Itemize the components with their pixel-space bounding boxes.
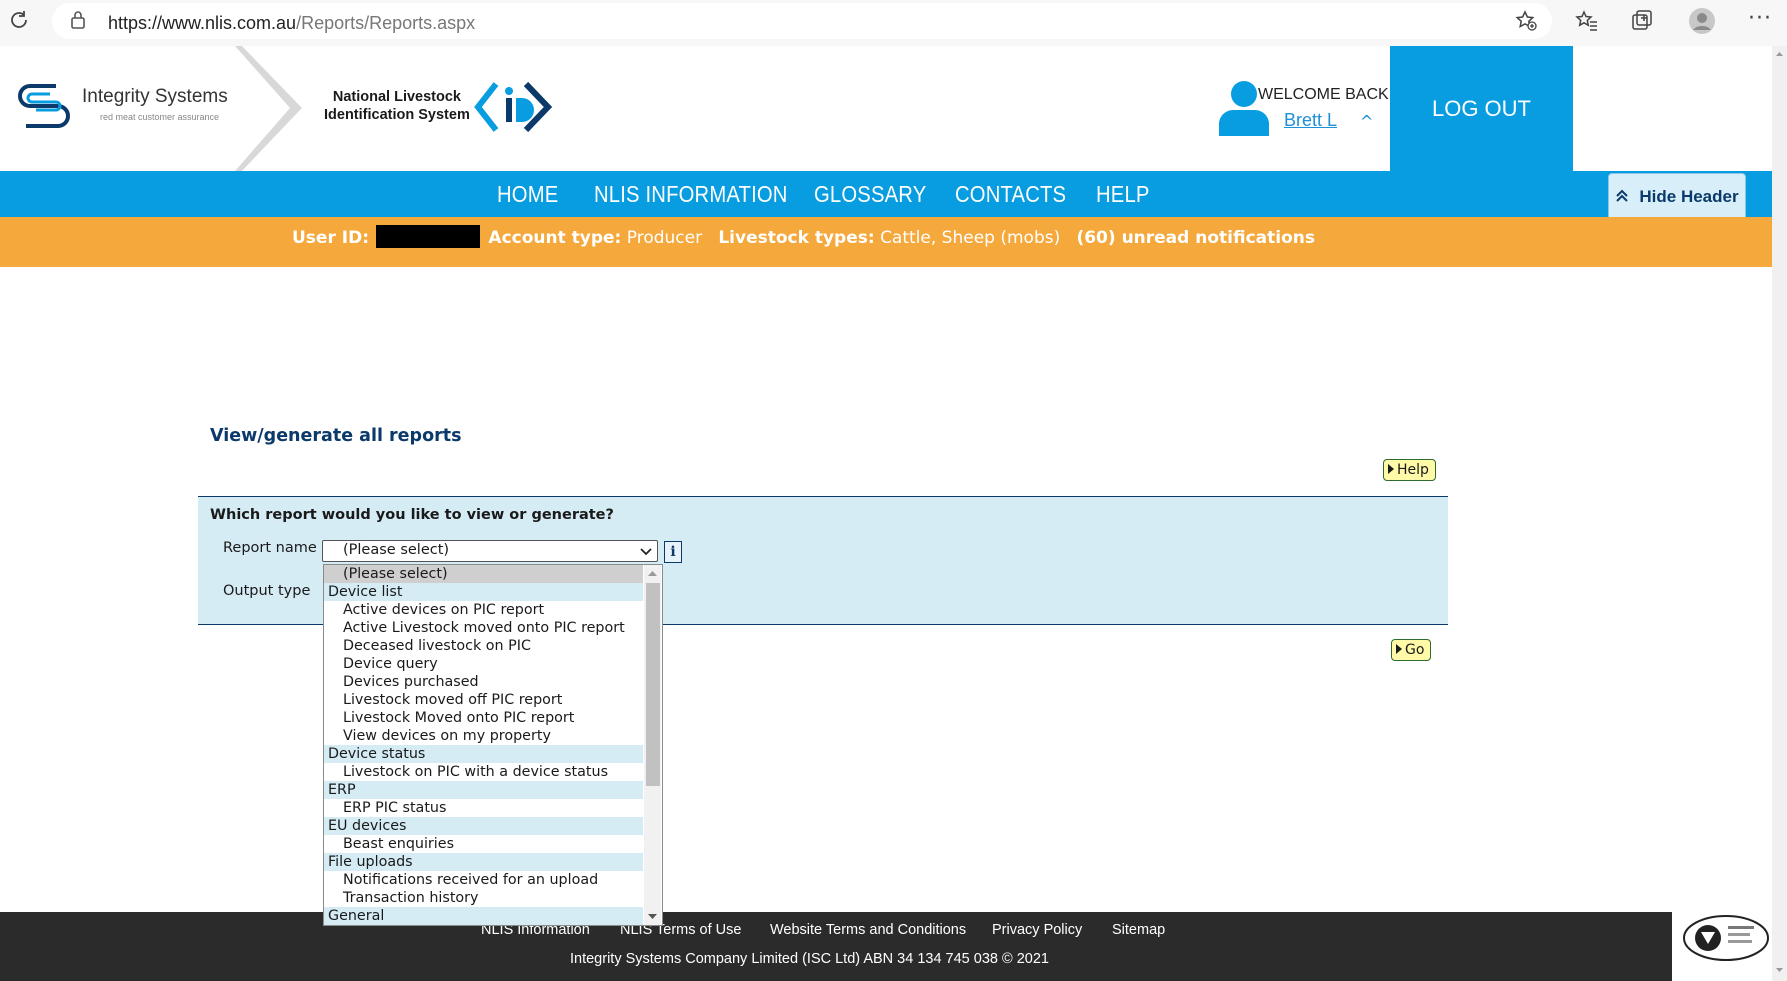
chevron-down-icon (640, 541, 652, 560)
account-type-label: Account type: (488, 228, 622, 248)
dropdown-option[interactable]: Livestock Moved onto PIC report (324, 709, 643, 727)
more-options-icon[interactable]: ··· (1748, 6, 1772, 31)
dropdown-optgroup: Device list (324, 583, 643, 601)
report-name-dropdown-list: (Please select) Device list Active devices… (323, 564, 663, 926)
account-info-text: User ID: Account type: Producer Livestoc… (292, 225, 1315, 248)
address-bar[interactable]: https://www.nlis.com.au/Reports/Reports.… (52, 3, 1552, 39)
account-type-value: Producer (626, 228, 703, 248)
go-button-label: Go (1405, 642, 1425, 658)
logout-label: LOG OUT (1431, 95, 1531, 121)
dropdown-optgroup: Device status (324, 745, 643, 763)
page-scroll-up-icon[interactable] (1772, 48, 1787, 60)
report-name-label: Report name (223, 540, 317, 556)
scroll-down-icon[interactable] (644, 909, 661, 923)
page-title: View/generate all reports (210, 426, 462, 446)
dropdown-optgroup: EU devices (324, 817, 643, 835)
footer-link-sitemap[interactable]: Sitemap (1112, 922, 1165, 938)
url-path: /Reports/Reports.aspx (296, 13, 476, 33)
output-type-label: Output type (223, 583, 311, 599)
dropdown-option[interactable]: View devices on my property (324, 727, 643, 745)
integrity-systems-logo-icon (18, 84, 70, 128)
dropdown-scrollbar[interactable] (644, 565, 661, 925)
help-button-label: Help (1397, 462, 1429, 478)
site-footer: NLIS Information NLIS Terms of Use Websi… (0, 912, 1672, 981)
collections-icon[interactable] (1630, 9, 1654, 38)
nav-help[interactable]: HELP (1096, 181, 1150, 208)
report-name-select[interactable]: (Please select) (322, 540, 658, 562)
dropdown-option[interactable]: Transaction history (324, 889, 643, 907)
page-scroll-down-icon[interactable] (1772, 964, 1787, 976)
info-icon[interactable]: i (664, 541, 682, 563)
dropdown-option[interactable]: Active Livestock moved onto PIC report (324, 619, 643, 637)
main-nav: HOME NLIS INFORMATION GLOSSARY CONTACTS … (0, 171, 1772, 217)
lock-icon[interactable] (70, 10, 86, 35)
user-menu-caret-icon[interactable]: ^ (1360, 112, 1373, 131)
account-info-bar: User ID: Account type: Producer Livestoc… (0, 217, 1772, 267)
nav-nlis-information[interactable]: NLIS INFORMATION (594, 181, 788, 208)
nav-glossary[interactable]: GLOSSARY (814, 181, 926, 208)
dropdown-optgroup: File uploads (324, 853, 643, 871)
user-id-label: User ID: (292, 228, 369, 248)
dropdown-optgroup: ERP (324, 781, 643, 799)
page-scrollbar[interactable] (1772, 46, 1787, 981)
dropdown-option[interactable]: Beast enquiries (324, 835, 643, 853)
form-question: Which report would you like to view or g… (210, 507, 614, 523)
unread-notifications-link[interactable]: (60) unread notifications (1076, 228, 1315, 248)
dropdown-option[interactable]: Livestock moved off PIC report (324, 691, 643, 709)
hide-header-button[interactable]: Hide Header (1608, 173, 1746, 221)
browser-toolbar: https://www.nlis.com.au/Reports/Reports.… (0, 0, 1787, 47)
nlis-line2: Identification System (324, 107, 470, 123)
scroll-up-icon[interactable] (644, 567, 661, 581)
play-arrow-icon (1388, 464, 1394, 474)
footer-link-privacy-policy[interactable]: Privacy Policy (992, 922, 1082, 938)
nav-contacts[interactable]: CONTACTS (955, 181, 1066, 208)
logo-name: Integrity Systems (82, 86, 228, 107)
dropdown-option[interactable]: Device query (324, 655, 643, 673)
web-page: Integrity Systems red meat customer assu… (0, 46, 1772, 981)
url-host: https://www.nlis.com.au (108, 13, 297, 33)
dropdown-option[interactable]: Active devices on PIC report (324, 601, 643, 619)
refresh-icon[interactable] (8, 9, 30, 36)
footer-copyright: Integrity Systems Company Limited (ISC L… (570, 951, 1049, 967)
dropdown-optgroup: General (324, 907, 643, 925)
help-button[interactable]: Help (1383, 459, 1436, 481)
logout-button[interactable]: LOG OUT (1390, 46, 1573, 171)
redacted-user-id (376, 225, 481, 248)
double-chevron-up-icon (1615, 189, 1629, 206)
footer-link-website-terms[interactable]: Website Terms and Conditions (770, 922, 966, 938)
nlis-line1: National Livestock (332, 89, 461, 105)
header-chevron-divider (235, 46, 302, 171)
site-header: Integrity Systems red meat customer assu… (0, 46, 1772, 171)
dropdown-option[interactable]: Notifications received for an upload (324, 871, 643, 889)
nlis-id-logo-icon (474, 81, 553, 133)
nav-home[interactable]: HOME (497, 181, 558, 208)
report-name-selected-value: (Please select) (343, 542, 450, 558)
dropdown-scroll-thumb[interactable] (646, 583, 660, 786)
bsi-certification-badge (1680, 912, 1772, 964)
go-button[interactable]: Go (1391, 639, 1432, 661)
dropdown-option[interactable]: Devices purchased (324, 673, 643, 691)
play-arrow-icon (1396, 644, 1402, 654)
bsi-logo-icon (1683, 915, 1769, 961)
dropdown-option[interactable]: (Please select) (324, 565, 643, 583)
nlis-logo-text: National Livestock Identification System (324, 88, 470, 124)
add-favorite-icon[interactable] (1514, 9, 1538, 38)
welcome-text: WELCOME BACK (1258, 86, 1389, 103)
url-text: https://www.nlis.com.au/Reports/Reports.… (108, 13, 475, 34)
dropdown-option[interactable]: Deceased livestock on PIC (324, 637, 643, 655)
hide-header-label: Hide Header (1639, 187, 1739, 206)
profile-avatar-icon[interactable] (1688, 7, 1716, 40)
livestock-types-value: Cattle, Sheep (mobs) (880, 228, 1061, 248)
dropdown-option[interactable]: Livestock on PIC with a device status (324, 763, 643, 781)
logo-tagline: red meat customer assurance (100, 112, 220, 122)
dropdown-option[interactable]: ERP PIC status (324, 799, 643, 817)
username-link[interactable]: Brett L (1284, 110, 1337, 131)
livestock-types-label: Livestock types: (718, 228, 875, 248)
favorites-icon[interactable] (1575, 9, 1599, 38)
